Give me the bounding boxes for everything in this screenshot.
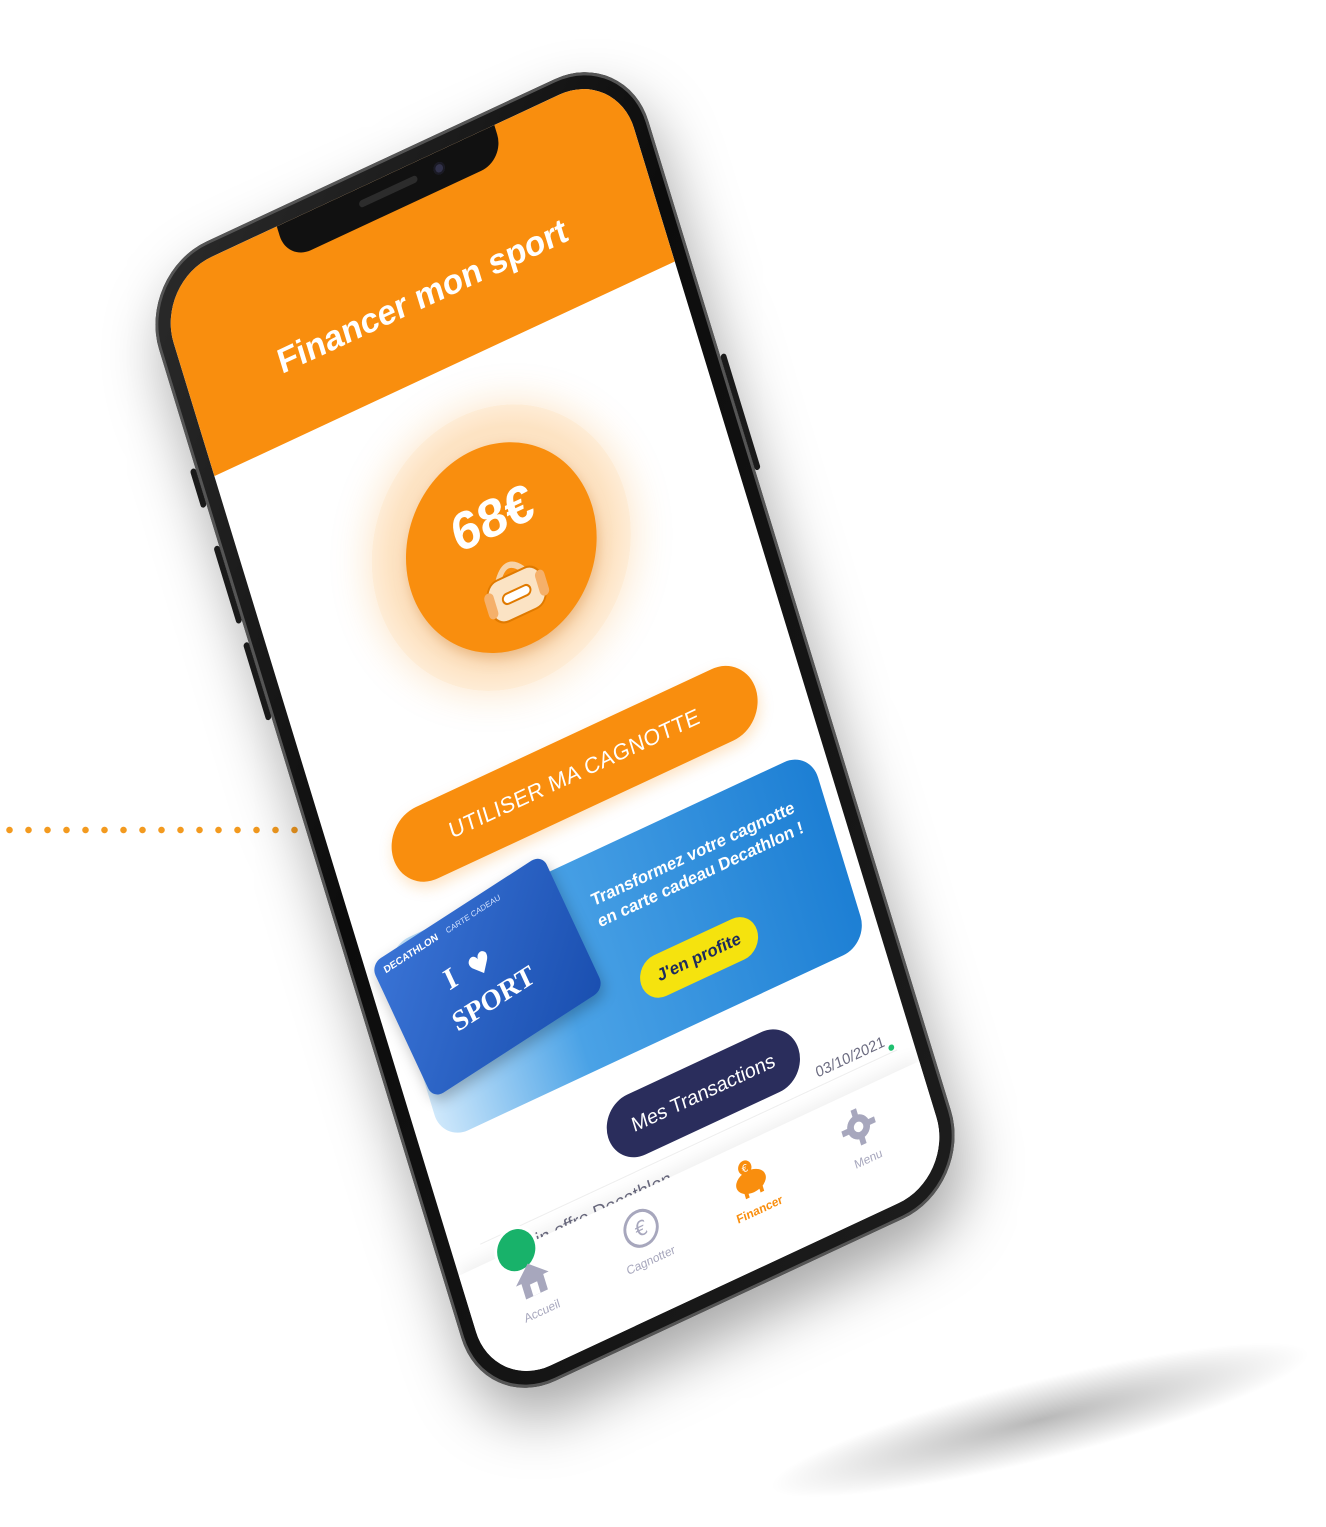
promo-cta-button[interactable]: J'en profite (634, 910, 764, 1005)
transaction-date: 03/10/2021 (813, 1033, 887, 1082)
card-text-i: I (438, 960, 463, 997)
mute-switch (189, 467, 207, 509)
balance-widget: 68€ (337, 358, 665, 737)
svg-text:€: € (632, 1214, 651, 1242)
phone-frame: Financer mon sport 68€ UTILISER MA CAGNO… (136, 46, 974, 1414)
app-header: Financer mon sport (155, 68, 675, 477)
app-screen: Financer mon sport 68€ UTILISER MA CAGNO… (155, 68, 955, 1392)
card-subtitle: CARTE CADEAU (444, 892, 502, 936)
gift-card-image: DECATHLON CARTE CADEAU I ♥ SPORT (370, 854, 605, 1100)
front-camera (431, 159, 447, 177)
phone-mockup: Financer mon sport 68€ UTILISER MA CAGNO… (136, 46, 974, 1414)
card-brand: DECATHLON (382, 931, 441, 977)
page-title: Financer mon sport (273, 210, 572, 382)
heart-icon: ♥ (462, 942, 498, 987)
speaker-grille (358, 174, 419, 209)
sports-bag-icon (484, 561, 550, 624)
phone-shadow (758, 1313, 1322, 1527)
balance-circle: 68€ (381, 408, 622, 687)
status-dot (887, 1043, 895, 1052)
promo-text: Transformez votre cagnotte en carte cade… (588, 797, 806, 932)
